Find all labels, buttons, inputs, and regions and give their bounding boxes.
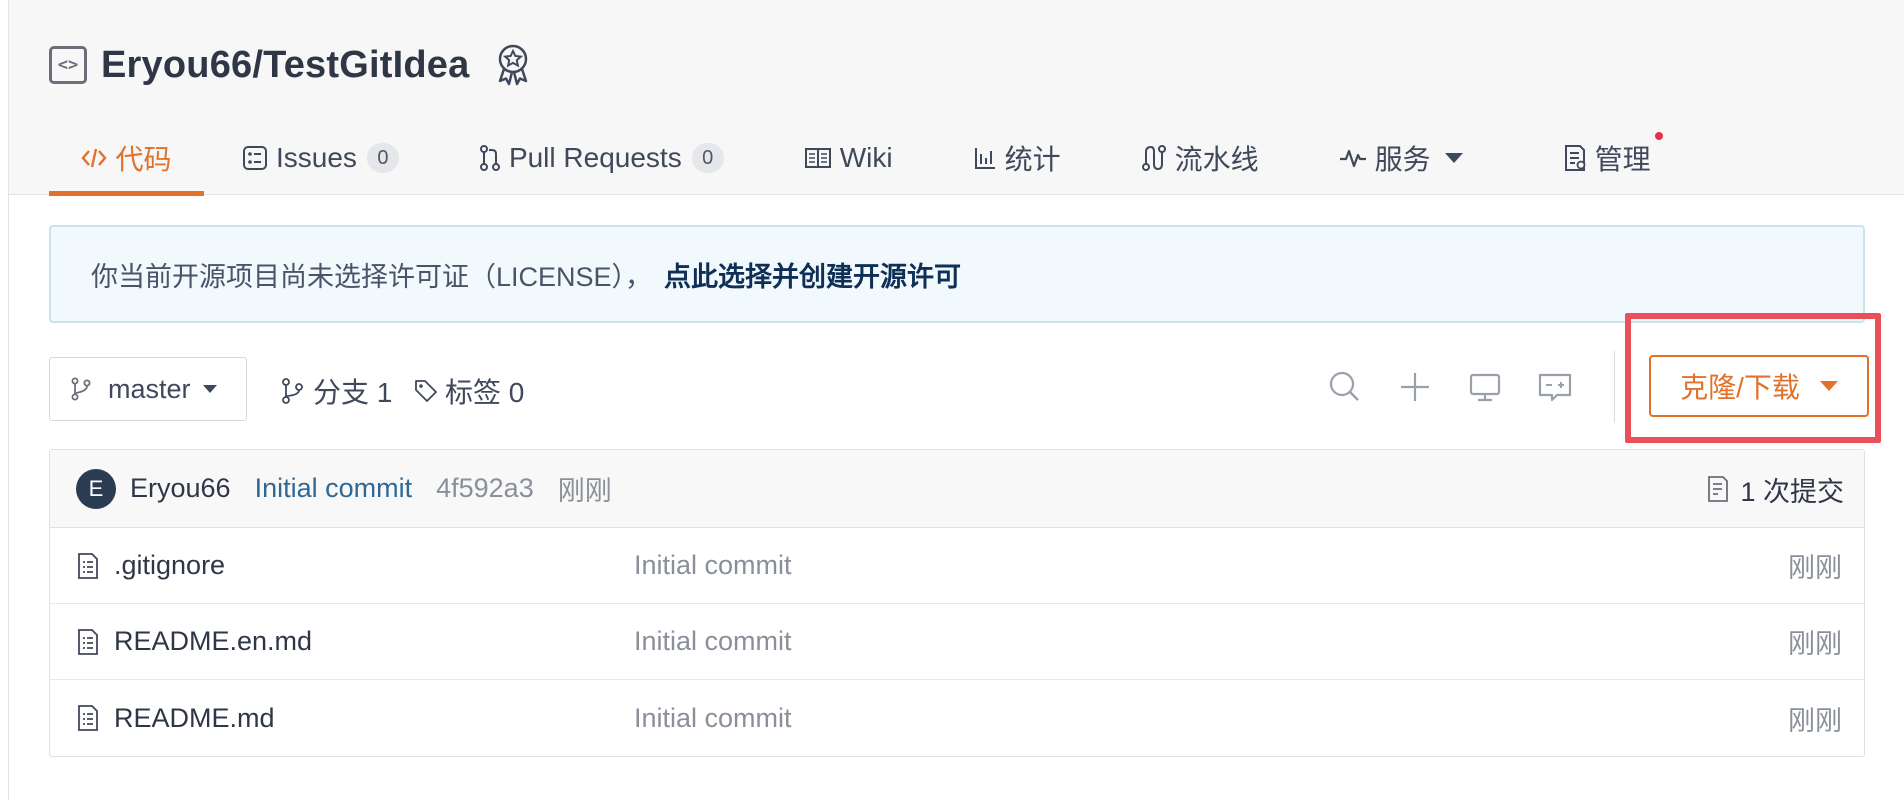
issues-count-badge: 0 (366, 142, 399, 173)
repo-title[interactable]: Eryou66/TestGitIdea (101, 44, 469, 87)
pulse-icon (1339, 146, 1367, 170)
file-icon (78, 705, 98, 731)
search-icon[interactable] (1325, 367, 1365, 407)
file-name[interactable]: README.en.md (114, 626, 312, 657)
file-icon (78, 629, 98, 655)
avatar[interactable]: E (76, 468, 116, 509)
tab-label: Wiki (839, 141, 893, 173)
tab-services[interactable]: 服务 (1339, 120, 1463, 195)
commit-author[interactable]: Eryou66 (130, 473, 231, 504)
repo-toolbar: master 分支 1 标签 0 克隆/下载 (49, 351, 1879, 423)
tab-issues[interactable]: Issues 0 (242, 120, 399, 195)
tab-pipeline[interactable]: 流水线 (1141, 120, 1259, 195)
choose-license-link[interactable]: 点此选择并创建开源许可 (664, 255, 961, 294)
pipeline-icon (1141, 144, 1167, 172)
file-commit-message[interactable]: Initial commit (634, 626, 792, 657)
file-row[interactable]: README.md Initial commit 刚刚 (50, 680, 1864, 756)
web-ide-icon[interactable] (1535, 367, 1575, 407)
file-commit-message[interactable]: Initial commit (634, 550, 792, 581)
file-time: 刚刚 (1788, 705, 1842, 736)
commit-hash[interactable]: 4f592a3 (436, 473, 534, 504)
manage-doc-icon (1563, 144, 1587, 172)
wiki-book-icon (804, 146, 832, 170)
branches-count: 分支 1 (313, 377, 393, 408)
tab-label: 流水线 (1174, 143, 1259, 175)
desktop-icon[interactable] (1465, 367, 1505, 407)
branches-link[interactable]: 分支 1 (281, 371, 392, 411)
tab-label: Pull Requests (508, 141, 682, 173)
clone-download-label: 克隆/下载 (1680, 372, 1800, 403)
pull-request-icon (479, 144, 501, 172)
tags-count: 标签 0 (445, 377, 525, 408)
tab-wiki[interactable]: Wiki (804, 120, 893, 195)
file-icon (78, 553, 98, 579)
tab-code[interactable]: 代码 (49, 120, 204, 196)
chevron-down-icon (1444, 152, 1463, 163)
repo-header: <> Eryou66/TestGitIdea 代码 Issues 0 Pull … (9, 0, 1904, 196)
tab-manage[interactable]: 管理 (1563, 120, 1663, 195)
branch-icon (282, 378, 303, 404)
file-name[interactable]: .gitignore (114, 550, 225, 581)
title-row: <> Eryou66/TestGitIdea (49, 40, 533, 90)
repo-page: <> Eryou66/TestGitIdea 代码 Issues 0 Pull … (8, 0, 1904, 800)
tag-icon (415, 380, 437, 402)
toolbar-divider (1614, 351, 1615, 423)
tags-link[interactable]: 标签 0 (413, 371, 524, 411)
commits-count-label: 1 次提交 (1740, 476, 1844, 507)
branch-icon (71, 377, 91, 401)
plus-icon[interactable] (1395, 367, 1435, 407)
latest-commit-bar: E Eryou66 Initial commit 4f592a3 刚刚 1 次提… (50, 450, 1864, 528)
file-name[interactable]: README.md (114, 703, 275, 734)
award-badge-icon[interactable] (493, 43, 533, 87)
code-brackets-icon: <> (49, 46, 87, 84)
commits-count-link[interactable]: 1 次提交 (1706, 450, 1844, 528)
file-list: E Eryou66 Initial commit 4f592a3 刚刚 1 次提… (49, 449, 1865, 757)
file-row[interactable]: README.en.md Initial commit 刚刚 (50, 604, 1864, 680)
file-commit-message[interactable]: Initial commit (634, 703, 792, 734)
tab-pull-requests[interactable]: Pull Requests 0 (479, 120, 724, 195)
commit-message[interactable]: Initial commit (255, 473, 413, 504)
tab-label: 服务 (1374, 143, 1431, 175)
clone-download-button[interactable]: 克隆/下载 (1649, 355, 1869, 417)
file-row[interactable]: .gitignore Initial commit 刚刚 (50, 528, 1864, 604)
notification-dot (1654, 132, 1663, 140)
file-time: 刚刚 (1788, 629, 1842, 659)
file-time: 刚刚 (1788, 553, 1842, 583)
tab-stats[interactable]: 统计 (973, 120, 1061, 195)
caret-down-icon (202, 385, 217, 393)
tab-label: 统计 (1004, 143, 1061, 175)
pr-count-badge: 0 (691, 142, 724, 173)
license-notice-text: 你当前开源项目尚未选择许可证（LICENSE）， (91, 261, 653, 292)
issues-icon (242, 145, 268, 171)
license-notice: 你当前开源项目尚未选择许可证（LICENSE）， 点此选择并创建开源许可 (49, 225, 1865, 323)
bar-chart-icon (973, 146, 997, 170)
branch-select[interactable]: master (49, 357, 247, 421)
tab-label: 管理 (1594, 143, 1651, 175)
branch-name: master (108, 373, 191, 404)
commit-log-icon (1708, 476, 1729, 502)
repo-tabs: 代码 Issues 0 Pull Requests 0 Wiki 统计 流水线 … (49, 120, 1663, 196)
commit-time: 刚刚 (557, 476, 612, 506)
tab-label: 代码 (115, 143, 172, 175)
code-icon (81, 146, 108, 170)
tab-label: Issues (276, 141, 357, 173)
chevron-down-icon (1819, 381, 1838, 391)
